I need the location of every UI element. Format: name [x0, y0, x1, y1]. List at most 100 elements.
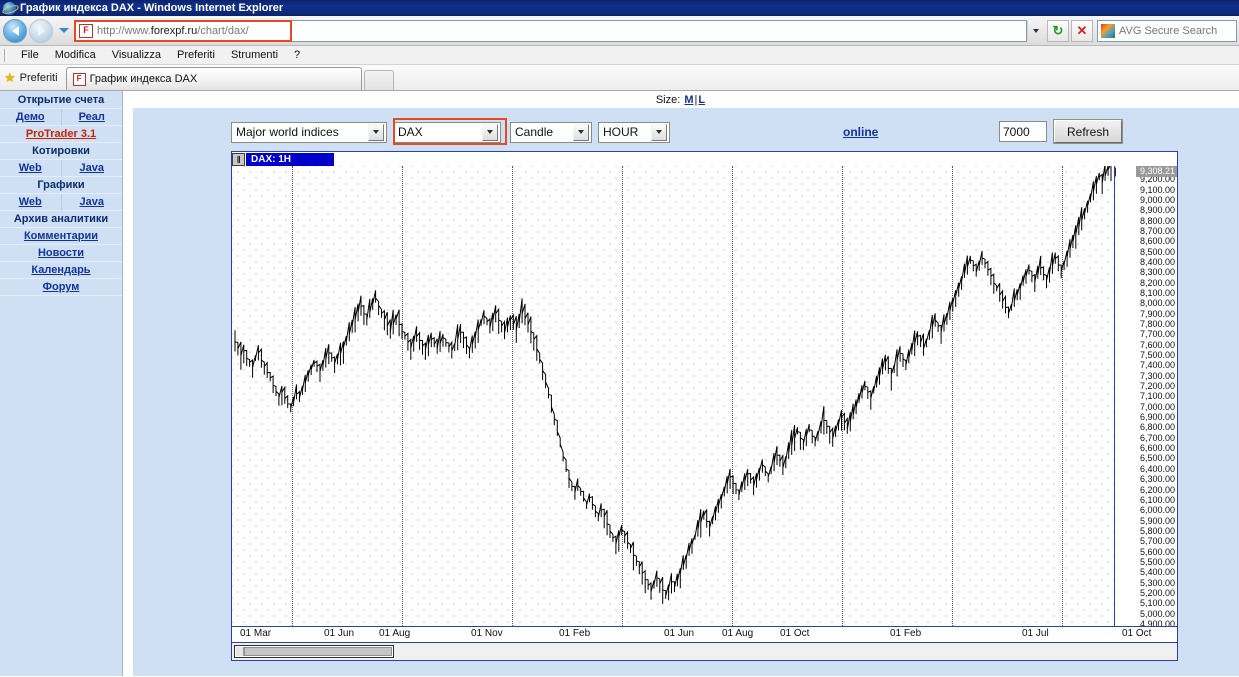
horizontal-scrollbar[interactable]	[234, 645, 394, 658]
refresh-interval-input[interactable]: 7000	[999, 121, 1047, 142]
search-box[interactable]: AVG Secure Search	[1097, 19, 1237, 42]
sidebar-link-demo[interactable]: Демо	[0, 108, 62, 126]
sidebar-filler	[0, 296, 122, 676]
chart-x-axis: 01 Mar 01 Jun 01 Aug 01 Nov 01 Feb 01 Jun 01 A…	[232, 626, 1177, 642]
menu-item-strumenti[interactable]: Strumenti	[223, 48, 286, 62]
y-axis-tick: 6,200.00	[1139, 484, 1175, 495]
size-separator: |	[694, 93, 698, 106]
y-axis-current-value: 9,308.21	[1135, 166, 1177, 177]
sidebar-link-charts-java[interactable]: Java	[62, 194, 123, 211]
style-select[interactable]: Candle	[510, 121, 592, 143]
page-body: Открытие счета Демо Реал ProTrader 3.1 К…	[0, 91, 1239, 676]
x-axis-tick: 01 Mar	[240, 628, 272, 639]
online-link[interactable]: online	[843, 125, 878, 139]
forward-button[interactable]	[29, 18, 53, 43]
sidebar-item-protrader[interactable]: ProTrader 3.1	[0, 126, 122, 143]
x-axis-tick: 01 Nov	[471, 628, 503, 639]
market-select[interactable]: Major world indices	[231, 121, 387, 143]
internet-explorer-icon	[3, 1, 16, 15]
y-axis-tick: 5,000.00	[1139, 608, 1175, 619]
symbol-select-value: DAX	[398, 125, 423, 139]
refresh-button[interactable]: ↻	[1047, 19, 1069, 42]
x-axis-tick: 01 Aug	[379, 628, 411, 639]
chart-plot-area[interactable]	[232, 166, 1115, 626]
y-axis-tick: 7,000.00	[1139, 401, 1175, 412]
y-axis-tick: 5,100.00	[1139, 598, 1175, 609]
style-select-value: Candle	[515, 125, 554, 139]
y-axis-tick: 7,500.00	[1139, 350, 1175, 361]
y-axis-tick: 6,100.00	[1139, 494, 1175, 505]
size-link-large[interactable]: L	[698, 94, 705, 106]
address-dropdown-button[interactable]	[1027, 20, 1043, 41]
menu-grip	[4, 48, 7, 62]
sidebar-link-real[interactable]: Реал	[62, 109, 123, 126]
new-tab-button[interactable]	[363, 70, 394, 90]
y-axis-tick: 8,000.00	[1139, 298, 1175, 309]
refresh-chart-button[interactable]: Refresh	[1053, 119, 1123, 144]
address-url: http://www.forexpf.ru/chart/dax/	[97, 24, 249, 37]
chevron-down-icon	[651, 123, 667, 141]
chevron-down-icon	[482, 123, 498, 141]
size-link-medium[interactable]: M	[684, 94, 693, 106]
market-select-value: Major world indices	[236, 125, 339, 139]
sidebar-item-forum[interactable]: Форум	[0, 279, 122, 296]
y-axis-tick: 6,300.00	[1139, 474, 1175, 485]
y-axis-tick: 5,700.00	[1139, 536, 1175, 547]
chart-title: DAX: 1H	[246, 152, 334, 166]
y-axis-tick: 5,500.00	[1139, 556, 1175, 567]
y-axis-tick: 7,200.00	[1139, 381, 1175, 392]
chart-controls: Major world indices DAX Candle HOUR	[231, 118, 670, 145]
menu-item-file[interactable]: File	[13, 48, 47, 62]
scrollbar-thumb[interactable]	[244, 647, 392, 656]
chevron-down-icon	[1032, 28, 1039, 33]
scrollbar-left-button[interactable]	[236, 647, 244, 656]
y-axis-tick: 5,600.00	[1139, 546, 1175, 557]
sidebar-item-analytics-archive: Архив аналитики	[0, 211, 122, 228]
sidebar-item-news[interactable]: Новости	[0, 245, 122, 262]
y-axis-tick: 4,900.00	[1139, 619, 1175, 626]
star-icon: ★	[4, 70, 16, 85]
y-axis-tick: 9,100.00	[1139, 184, 1175, 195]
menu-item-visualizza[interactable]: Visualizza	[104, 48, 169, 62]
sidebar-item-demo-real: Демо Реал	[0, 108, 123, 126]
favorites-button[interactable]: ★ Preferiti	[0, 66, 66, 90]
sidebar-item-calendar[interactable]: Календарь	[0, 262, 122, 279]
chart-main: 9,200.00 9,100.00 9,000.00 8,900.00 8,800.00…	[232, 166, 1177, 626]
x-axis-tick: 01 Jun	[664, 628, 695, 639]
y-axis-tick: 6,600.00	[1139, 443, 1175, 454]
stop-button[interactable]: ✕	[1071, 19, 1093, 42]
y-axis-tick: 9,000.00	[1139, 194, 1175, 205]
sidebar-item-comments[interactable]: Комментарии	[0, 228, 122, 245]
period-select-value: HOUR	[603, 125, 639, 139]
menu-item-modifica[interactable]: Modifica	[47, 48, 104, 62]
sidebar-item-open-account: Открытие счета	[0, 92, 122, 109]
back-button[interactable]	[3, 18, 27, 43]
menu-item-preferiti[interactable]: Preferiti	[169, 48, 223, 62]
period-select[interactable]: HOUR	[598, 121, 670, 143]
close-icon: ✕	[1076, 23, 1088, 38]
address-bar[interactable]: F http://www.forexpf.ru/chart/dax/	[74, 19, 1027, 42]
menu-item-help[interactable]: ?	[286, 48, 308, 62]
window-control-icon[interactable]	[232, 152, 245, 166]
browser-tab[interactable]: F График индекса DAX	[65, 67, 362, 90]
y-axis-tick: 6,400.00	[1139, 463, 1175, 474]
sidebar-link-charts-web[interactable]: Web	[0, 193, 62, 211]
y-axis-tick: 8,400.00	[1139, 256, 1175, 267]
chart-scrollbar-row	[232, 642, 1177, 660]
sidebar-item-charts: Графики	[0, 177, 122, 194]
y-axis-tick: 5,300.00	[1139, 577, 1175, 588]
y-axis-tick: 5,200.00	[1139, 587, 1175, 598]
y-axis-tick: 5,400.00	[1139, 567, 1175, 578]
symbol-select[interactable]: DAX	[393, 121, 501, 143]
history-dropdown-icon[interactable]	[59, 28, 69, 33]
y-axis-tick: 6,000.00	[1139, 505, 1175, 516]
chart-y-axis: 9,200.00 9,100.00 9,000.00 8,900.00 8,800.00…	[1115, 166, 1177, 626]
x-axis-tick: 01 Feb	[559, 628, 591, 639]
y-axis-tick: 6,700.00	[1139, 432, 1175, 443]
sidebar-link-quotes-web[interactable]: Web	[0, 159, 62, 177]
chart-applet-titlebar: DAX: 1H	[232, 152, 1177, 166]
y-axis-tick: 8,300.00	[1139, 267, 1175, 278]
sidebar-link-quotes-java[interactable]: Java	[62, 160, 123, 177]
y-axis-tick: 6,500.00	[1139, 453, 1175, 464]
chevron-down-icon	[573, 123, 589, 141]
